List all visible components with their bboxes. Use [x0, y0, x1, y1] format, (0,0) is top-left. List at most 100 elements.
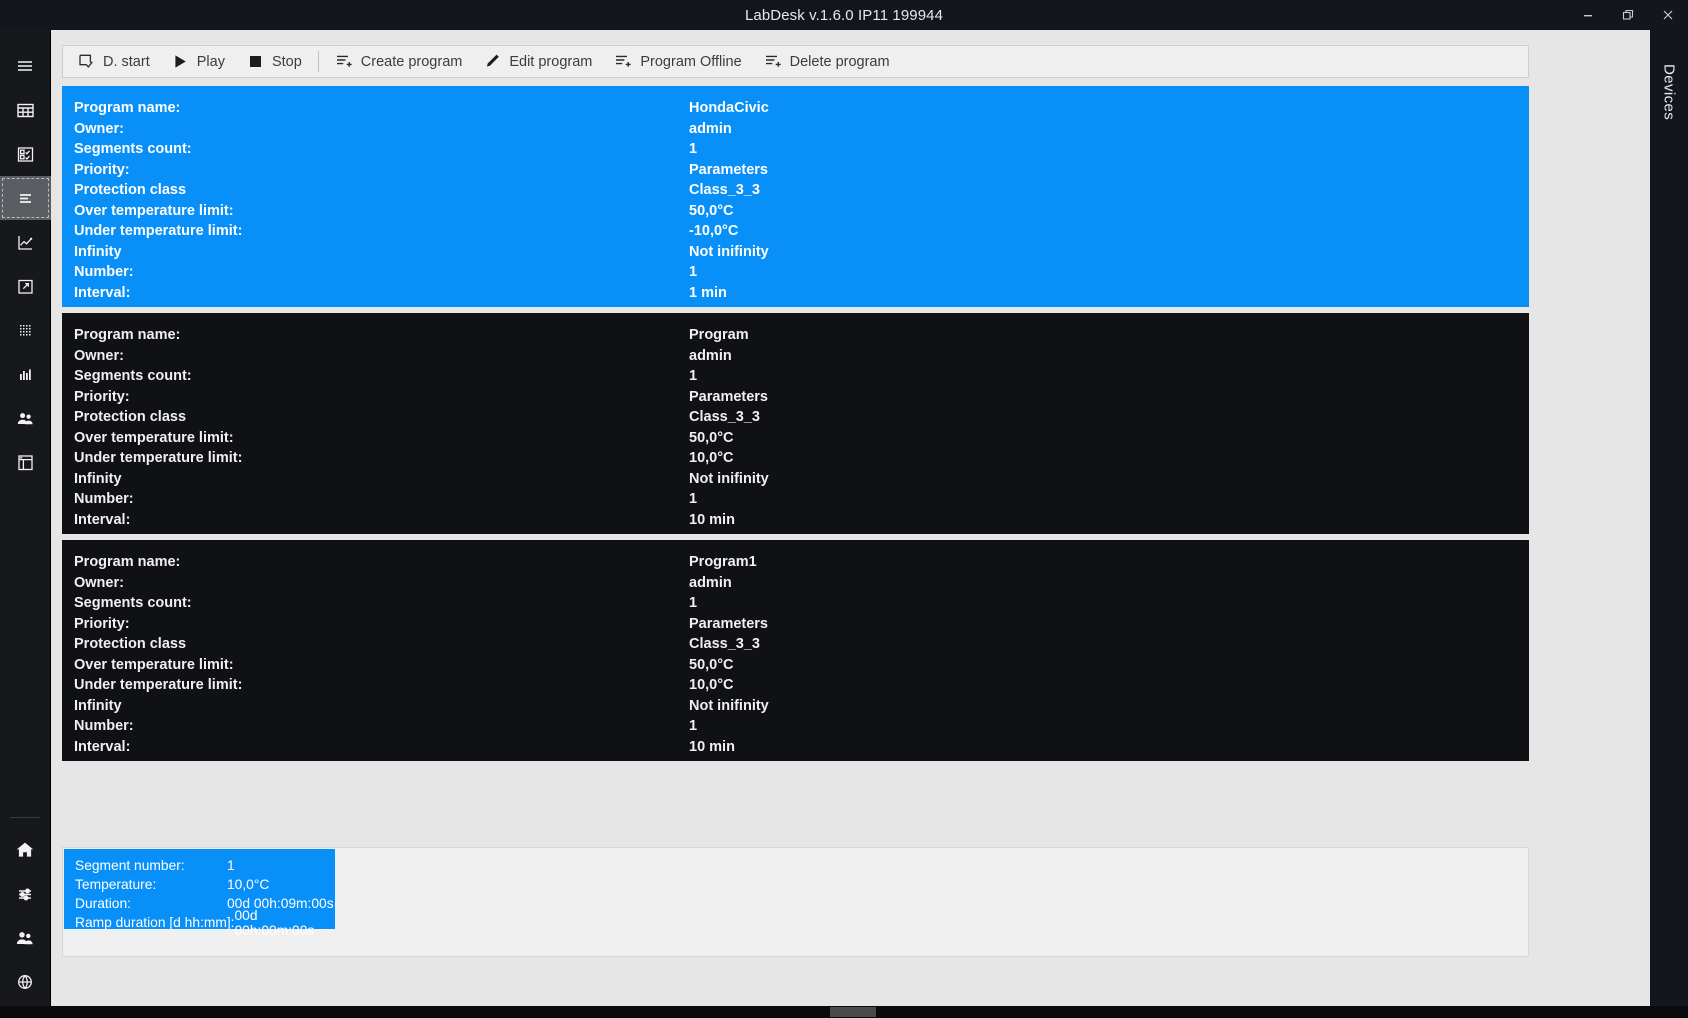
- label-priority: Priority:: [74, 161, 130, 178]
- segment-card[interactable]: Segment number: 1 Temperature: 10,0°C Du…: [64, 849, 335, 938]
- create-program-label: Create program: [360, 53, 463, 70]
- value-priority: Parameters: [689, 388, 768, 405]
- play-icon: [172, 53, 189, 70]
- sidebar-item-accounts[interactable]: [0, 916, 51, 960]
- delete-program-button[interactable]: Delete program: [753, 48, 901, 75]
- program-row-name: Program name: Program: [74, 325, 1529, 346]
- label-segment-duration: Duration:: [75, 896, 131, 911]
- export-icon: [15, 276, 36, 297]
- program-row-segments-count: Segments count: 1: [74, 366, 1529, 387]
- program-offline-label: Program Offline: [640, 53, 742, 70]
- program-card[interactable]: Program name: Program Owner: admin Segme…: [62, 313, 1529, 534]
- home-icon: [14, 839, 36, 861]
- label-segments-count: Segments count:: [74, 595, 192, 612]
- program-row-infinity: Infinity Not inifinity: [74, 469, 1529, 490]
- label-segment-number: Segment number:: [75, 858, 185, 873]
- devices-rail[interactable]: Devices: [1650, 30, 1688, 1018]
- program-offline-icon: [614, 53, 632, 70]
- label-interval: Interval:: [74, 738, 131, 755]
- sidebar-item-menu[interactable]: [0, 44, 51, 88]
- play-label: Play: [196, 53, 225, 70]
- deferred-start-label: D. start: [103, 53, 150, 70]
- value-protection-class: Class_3_3: [689, 636, 760, 653]
- left-sidebar: [0, 30, 51, 1018]
- program-row-segments-count: Segments count: 1: [74, 593, 1529, 614]
- label-protection-class: Protection class: [74, 636, 187, 653]
- sidebar-item-programs[interactable]: [0, 176, 51, 220]
- segment-row-temperature: Temperature: 10,0°C: [75, 875, 335, 894]
- program-row-over-temp: Over temperature limit: 50,0°C: [74, 428, 1529, 449]
- restore-icon: [1622, 9, 1634, 21]
- value-under-temperature-limit: 10,0°C: [689, 450, 734, 467]
- value-owner: admin: [689, 574, 732, 591]
- value-under-temperature-limit: 10,0°C: [689, 677, 734, 694]
- users-icon: [15, 408, 36, 429]
- sidebar-item-table[interactable]: [0, 88, 51, 132]
- program-row-protection-class: Protection class Class_3_3: [74, 407, 1529, 428]
- program-offline-button[interactable]: Program Offline: [603, 48, 752, 75]
- sidebar-item-device[interactable]: [0, 440, 51, 484]
- sidebar-item-checklist[interactable]: [0, 132, 51, 176]
- value-segments-count: 1: [689, 141, 698, 158]
- program-row-under-temp: Under temperature limit: 10,0°C: [74, 675, 1529, 696]
- checklist-icon: [15, 144, 36, 165]
- edit-program-icon: [484, 53, 501, 70]
- value-under-temperature-limit: -10,0°C: [689, 223, 739, 240]
- taskbar-thumb[interactable]: [830, 1007, 876, 1017]
- delete-program-label: Delete program: [789, 53, 890, 70]
- sidebar-item-charts[interactable]: [0, 220, 51, 264]
- deferred-start-icon: [78, 53, 95, 70]
- restore-button[interactable]: [1608, 0, 1648, 30]
- play-button[interactable]: Play: [161, 48, 236, 75]
- label-number: Number:: [74, 718, 134, 735]
- program-row-infinity: Infinity Not inifinity: [74, 696, 1529, 717]
- value-number: 1: [689, 264, 698, 281]
- label-priority: Priority:: [74, 388, 130, 405]
- program-row-number: Number: 1: [74, 716, 1529, 737]
- value-segment-ramp-duration: 00d 00h:00m:00s: [234, 907, 315, 938]
- sidebar-item-statistics[interactable]: [0, 352, 51, 396]
- label-program-name: Program name:: [74, 554, 181, 571]
- sidebar-item-home[interactable]: [0, 828, 51, 872]
- label-segments-count: Segments count:: [74, 141, 192, 158]
- label-number: Number:: [74, 264, 134, 281]
- label-under-temperature-limit: Under temperature limit:: [74, 450, 243, 467]
- deferred-start-button[interactable]: D. start: [67, 48, 161, 75]
- program-row-owner: Owner: admin: [74, 346, 1529, 367]
- sliders-icon: [15, 884, 36, 905]
- sidebar-item-settings[interactable]: [0, 872, 51, 916]
- label-number: Number:: [74, 491, 134, 508]
- label-under-temperature-limit: Under temperature limit:: [74, 677, 243, 694]
- program-row-under-temp: Under temperature limit: 10,0°C: [74, 448, 1529, 469]
- edit-program-button[interactable]: Edit program: [473, 48, 603, 75]
- program-row-priority: Priority: Parameters: [74, 614, 1529, 635]
- value-number: 1: [689, 718, 698, 735]
- sidebar-item-users[interactable]: [0, 396, 51, 440]
- label-owner: Owner:: [74, 120, 124, 137]
- create-program-button[interactable]: Create program: [324, 48, 474, 75]
- program-card[interactable]: Program name: Program1 Owner: admin Segm…: [62, 540, 1529, 761]
- program-row-name: Program name: Program1: [74, 552, 1529, 573]
- segment-row-number: Segment number: 1: [75, 856, 335, 875]
- grid-table-icon: [15, 100, 36, 121]
- sidebar-item-export[interactable]: [0, 264, 51, 308]
- sidebar-item-calibration[interactable]: [0, 308, 51, 352]
- program-row-over-temp: Over temperature limit: 50,0°C: [74, 655, 1529, 676]
- label-priority: Priority:: [74, 615, 130, 632]
- value-infinity: Not inifinity: [689, 697, 769, 714]
- sidebar-divider: [10, 817, 40, 818]
- label-protection-class: Protection class: [74, 182, 187, 199]
- devices-rail-label: Devices: [1660, 64, 1678, 121]
- stop-button[interactable]: Stop: [236, 48, 313, 75]
- dotted-grid-icon: [15, 320, 36, 341]
- value-segments-count: 1: [689, 368, 698, 385]
- program-row-owner: Owner: admin: [74, 573, 1529, 594]
- program-row-infinity: Infinity Not inifinity: [74, 242, 1529, 263]
- value-segment-number: 1: [227, 858, 235, 873]
- value-number: 1: [689, 491, 698, 508]
- close-button[interactable]: [1648, 0, 1688, 30]
- minimize-button[interactable]: [1568, 0, 1608, 30]
- sidebar-item-language[interactable]: [0, 960, 51, 1004]
- label-infinity: Infinity: [74, 243, 122, 260]
- program-card[interactable]: Program name: HondaCivic Owner: admin Se…: [62, 86, 1529, 307]
